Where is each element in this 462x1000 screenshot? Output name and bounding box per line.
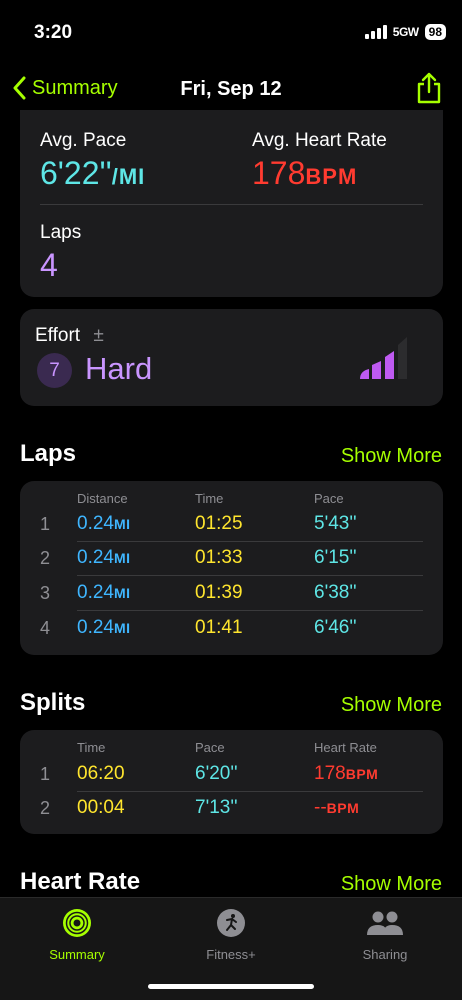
- laps-table: Distance Time Pace 1 0.24MI 01:25 5'43''…: [20, 481, 443, 655]
- lap-pace: 6'46'': [314, 617, 357, 638]
- tab-summary[interactable]: Summary: [17, 908, 137, 962]
- activity-rings-icon: [63, 909, 91, 937]
- splits-header-pace: Pace: [195, 740, 225, 755]
- laps-header-time: Time: [195, 491, 224, 506]
- split-pace: 7'13'': [195, 797, 238, 818]
- avg-pace-label: Avg. Pace: [40, 130, 127, 151]
- lap-pace: 6'15'': [314, 547, 357, 568]
- lap-distance: 0.24MI: [77, 582, 131, 603]
- status-bar: 3:20 5GW 98: [0, 0, 462, 62]
- effort-card[interactable]: Effort ± 7 Hard: [20, 309, 443, 406]
- row-index: 3: [40, 583, 51, 603]
- split-pace: 6'20'': [195, 763, 238, 784]
- avg-heart-rate-value: 178BPM: [252, 155, 358, 191]
- effort-level: Hard: [85, 351, 153, 386]
- avg-heart-rate-label: Avg. Heart Rate: [252, 130, 387, 151]
- lap-time: 01:39: [195, 582, 243, 603]
- share-button[interactable]: [416, 72, 442, 109]
- laps-section-title: Laps: [20, 440, 77, 467]
- summary-divider: [40, 204, 423, 205]
- split-time: 00:04: [77, 797, 125, 818]
- lap-pace: 6'38'': [314, 582, 357, 603]
- laps-show-more-link[interactable]: Show More: [341, 445, 442, 468]
- lap-pace: 5'43'': [314, 513, 357, 534]
- splits-header-heart-rate: Heart Rate: [314, 740, 377, 755]
- status-indicators: 5GW 98: [364, 24, 446, 40]
- splits-table: Time Pace Heart Rate 1 06:20 6'20'' 178B…: [20, 730, 443, 834]
- home-indicator: [148, 984, 314, 989]
- lap-time: 01:25: [195, 513, 243, 534]
- share-icon: [417, 72, 441, 104]
- running-person-icon: [217, 909, 245, 937]
- row-index: 2: [40, 798, 51, 818]
- laps-header-distance: Distance: [77, 491, 128, 506]
- lap-time: 01:41: [195, 617, 243, 638]
- row-index: 2: [40, 548, 51, 568]
- effort-meter-icon: [360, 337, 407, 379]
- avg-heart-rate-unit: BPM: [305, 164, 358, 189]
- tab-fitness-plus-label: Fitness+: [206, 947, 256, 962]
- split-heart-rate: --BPM: [314, 797, 360, 818]
- lap-distance: 0.24MI: [77, 617, 131, 638]
- cellular-signal-icon: [364, 25, 387, 39]
- tab-summary-label: Summary: [49, 947, 105, 962]
- lap-distance: 0.24MI: [77, 513, 131, 534]
- status-time: 3:20: [34, 22, 73, 43]
- split-heart-rate: 178BPM: [314, 763, 379, 784]
- network-type: 5GW: [392, 25, 419, 39]
- effort-label: Effort ±: [35, 325, 104, 346]
- effort-info-icon: ±: [93, 325, 104, 346]
- splits-section-title: Splits: [20, 689, 86, 716]
- tab-fitness-plus[interactable]: Fitness+: [171, 908, 291, 962]
- row-index: 1: [40, 764, 51, 784]
- row-index: 1: [40, 514, 51, 534]
- heart-rate-section-title: Heart Rate: [20, 868, 141, 895]
- battery-indicator: 98: [424, 24, 446, 40]
- splits-show-more-link[interactable]: Show More: [341, 694, 442, 717]
- lap-distance: 0.24MI: [77, 547, 131, 568]
- row-index: 4: [40, 618, 51, 638]
- tab-sharing[interactable]: Sharing: [325, 908, 445, 962]
- splits-header-time: Time: [77, 740, 106, 755]
- split-time: 06:20: [77, 763, 125, 784]
- laps-label: Laps: [40, 222, 82, 243]
- people-icon: [367, 911, 403, 935]
- tab-sharing-label: Sharing: [362, 947, 408, 962]
- laps-value: 4: [40, 247, 58, 283]
- heart-rate-show-more-link[interactable]: Show More: [341, 873, 442, 896]
- workout-summary-card: Avg. Pace 6'22''/MI Avg. Heart Rate 178B…: [20, 110, 443, 297]
- avg-pace-value: 6'22''/MI: [40, 155, 146, 191]
- avg-pace-unit: /MI: [111, 164, 146, 189]
- lap-time: 01:33: [195, 547, 243, 568]
- laps-header-pace: Pace: [314, 491, 344, 506]
- effort-score-badge: 7: [37, 353, 72, 388]
- page-title: Fri, Sep 12: [180, 78, 282, 100]
